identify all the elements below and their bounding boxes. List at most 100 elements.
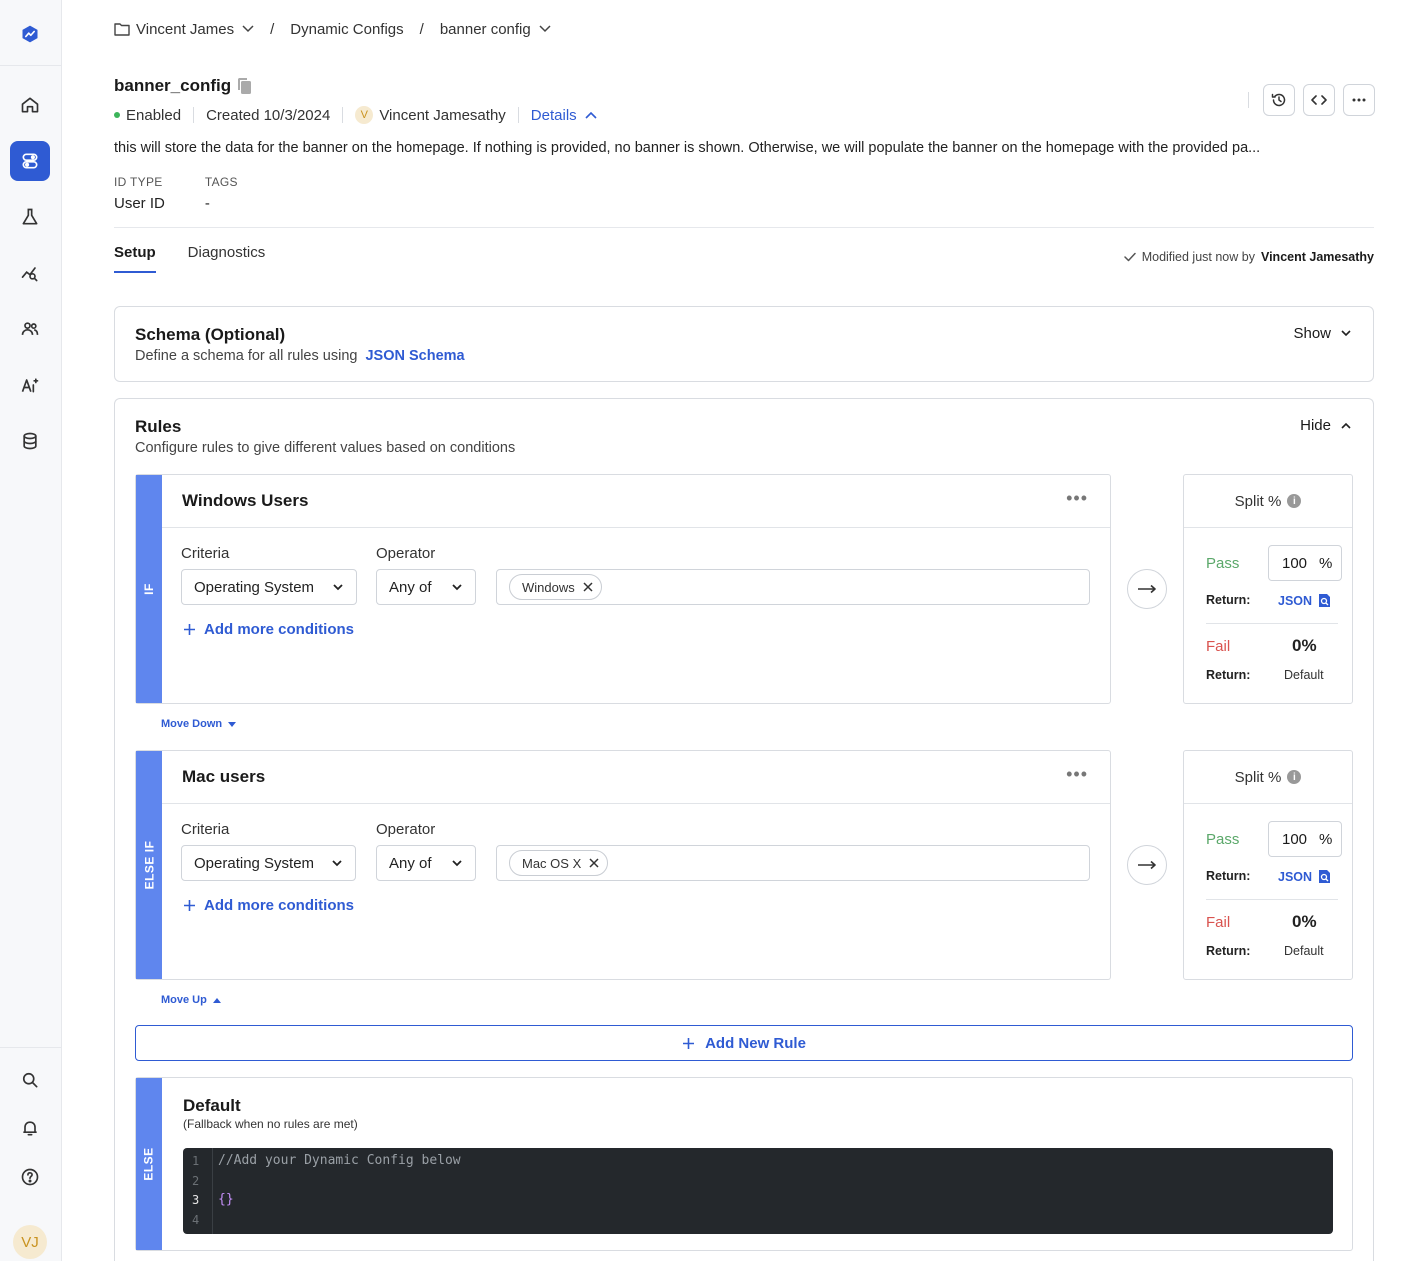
tab-setup[interactable]: Setup — [114, 244, 156, 273]
criteria-select[interactable]: Operating System — [181, 569, 357, 605]
rules-title: Rules — [135, 417, 182, 436]
breadcrumb-item[interactable]: banner config — [440, 21, 531, 38]
plus-icon — [184, 624, 195, 635]
details-label: Details — [530, 106, 577, 124]
split-label: Split % — [1234, 768, 1282, 786]
meta-row: Enabled Created 10/3/2024 V Vincent Jame… — [114, 104, 597, 126]
info-icon[interactable]: i — [1287, 494, 1302, 508]
line-number: 4 — [192, 1213, 200, 1227]
modified-status: Modified just now by Vincent Jamesathy — [1123, 250, 1374, 264]
dynamic-configs-icon[interactable] — [10, 141, 50, 181]
line-number: 2 — [192, 1174, 200, 1188]
code-icon — [1311, 95, 1327, 105]
page-title: banner_config — [114, 76, 232, 95]
schema-show-toggle[interactable]: Show — [1293, 325, 1351, 342]
pass-percent-input[interactable]: 100 % — [1268, 545, 1342, 581]
help-icon[interactable] — [10, 1157, 50, 1197]
tab-diagnostics[interactable]: Diagnostics — [188, 244, 266, 273]
check-icon — [1123, 252, 1136, 262]
rule-name: Mac users — [182, 767, 266, 786]
plus-icon — [683, 1037, 695, 1049]
search-icon[interactable] — [10, 1060, 50, 1100]
rules-toggle-label: Hide — [1300, 417, 1331, 434]
title-row: banner_config — [114, 76, 253, 96]
schema-subtitle-text: Define a schema for all rules using — [135, 348, 358, 364]
split-panel: Split % i Pass 100 % Return: JSON Fail 0… — [1183, 474, 1353, 704]
add-new-rule-button[interactable]: Add New Rule — [135, 1025, 1353, 1061]
rule-block: ELSE IF Mac users ••• Criteria Operator … — [135, 750, 1111, 980]
more-button[interactable] — [1343, 84, 1375, 116]
chevron-down-icon[interactable] — [242, 25, 254, 33]
fail-return-default: Default — [1284, 944, 1324, 958]
line-number: 1 — [192, 1154, 200, 1168]
json-schema-link[interactable]: JSON Schema — [365, 348, 464, 364]
breadcrumb-separator: / — [270, 20, 275, 38]
home-icon[interactable] — [10, 85, 50, 125]
rule-name: Windows Users — [182, 491, 309, 510]
values-input[interactable]: Mac OS X — [496, 845, 1090, 881]
history-button[interactable] — [1263, 84, 1295, 116]
logo-icon[interactable] — [10, 14, 50, 54]
move-down-button[interactable]: Move Down — [161, 718, 237, 730]
more-icon — [1352, 98, 1366, 102]
return-label: Return: — [1206, 869, 1251, 883]
rule-more-icon[interactable]: ••• — [1066, 765, 1088, 783]
pass-percent-value: 100 — [1282, 554, 1308, 572]
fail-percent: 0% — [1292, 636, 1317, 655]
return-label: Return: — [1206, 944, 1251, 958]
breadcrumb-separator: / — [419, 20, 424, 38]
move-up-button[interactable]: Move Up — [161, 994, 221, 1006]
pass-percent-input[interactable]: 100 % — [1268, 821, 1342, 857]
split-panel: Split % i Pass 100 % Return: JSON Fail 0… — [1183, 750, 1353, 980]
pass-label: Pass — [1206, 831, 1240, 848]
owner-avatar: V — [355, 106, 374, 124]
avatar[interactable]: VJ — [13, 1225, 47, 1259]
add-conditions-label: Add more conditions — [204, 621, 354, 638]
criteria-select[interactable]: Operating System — [181, 845, 356, 881]
breadcrumb-section[interactable]: Dynamic Configs — [290, 21, 403, 38]
close-icon[interactable] — [583, 582, 593, 592]
info-icon[interactable]: i — [1287, 770, 1302, 784]
add-conditions-button[interactable]: Add more conditions — [183, 897, 354, 914]
rules-card: Rules Configure rules to give different … — [114, 398, 1374, 1261]
database-icon[interactable] — [10, 421, 50, 461]
rules-hide-toggle[interactable]: Hide — [1300, 417, 1351, 434]
add-new-rule-label: Add New Rule — [705, 1034, 806, 1052]
ai-icon[interactable] — [10, 365, 50, 405]
close-icon[interactable] — [589, 858, 599, 868]
analytics-icon[interactable] — [10, 253, 50, 293]
experiments-icon[interactable] — [10, 197, 50, 237]
criteria-label: Criteria — [181, 545, 230, 562]
fail-percent: 0% — [1292, 912, 1317, 931]
code-editor[interactable]: 1 2 3 4 //Add your Dynamic Config below … — [183, 1148, 1333, 1234]
copy-icon[interactable] — [237, 77, 253, 95]
pass-return-json[interactable]: JSON — [1278, 869, 1331, 884]
chevron-down-icon — [332, 580, 344, 594]
operator-select[interactable]: Any of — [376, 845, 476, 881]
operator-label: Operator — [376, 545, 436, 562]
rule-condition-strip: ELSE — [136, 1078, 162, 1250]
chevron-down-icon[interactable] — [539, 25, 551, 33]
code-button[interactable] — [1303, 84, 1335, 116]
top-actions — [1248, 84, 1375, 116]
history-icon — [1271, 93, 1286, 107]
add-conditions-button[interactable]: Add more conditions — [183, 621, 354, 638]
breadcrumb-project[interactable]: Vincent James — [136, 21, 234, 38]
chevron-up-icon — [1341, 422, 1351, 429]
details-toggle[interactable]: Details — [531, 107, 597, 124]
code-json: {} — [218, 1192, 234, 1207]
rule-more-icon[interactable]: ••• — [1066, 489, 1088, 507]
operator-select[interactable]: Any of — [376, 569, 476, 605]
pass-return-json[interactable]: JSON — [1278, 593, 1331, 608]
percent-sign: % — [1319, 554, 1333, 572]
rule-condition-strip: ELSE IF — [136, 751, 162, 979]
chip-label: Mac OS X — [522, 855, 582, 871]
default-title: Default — [183, 1096, 241, 1115]
users-icon[interactable] — [10, 309, 50, 349]
schema-card: Schema (Optional) Define a schema for al… — [114, 306, 1374, 382]
values-input[interactable]: Windows — [496, 569, 1090, 605]
add-conditions-label: Add more conditions — [204, 897, 354, 914]
move-down-label: Move Down — [161, 718, 223, 730]
plus-icon — [184, 900, 195, 911]
bell-icon[interactable] — [10, 1108, 50, 1148]
